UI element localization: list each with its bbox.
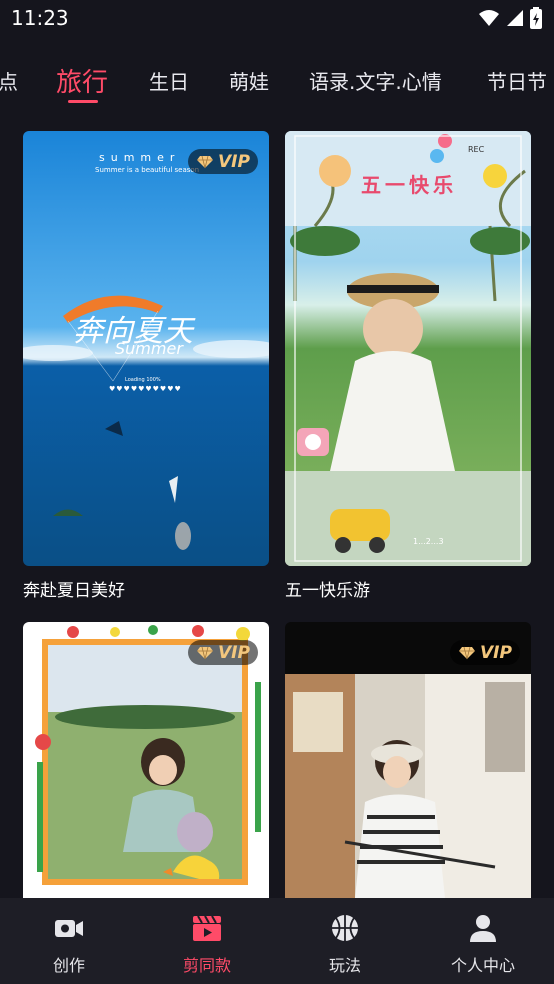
nav-profile-label: 个人中心 bbox=[450, 956, 515, 975]
summer-art-script: Summer bbox=[115, 339, 183, 358]
nav-templates-label: 剪同款 bbox=[182, 956, 231, 975]
tab-birthday[interactable]: 生日 bbox=[149, 66, 189, 95]
tab-partial-left[interactable]: 点 bbox=[0, 66, 18, 95]
status-time: 11:23 bbox=[11, 6, 69, 30]
nav-profile[interactable]: 个人中心 bbox=[414, 898, 552, 984]
template-card-bike[interactable]: VIP bbox=[285, 622, 531, 898]
diamond-icon bbox=[197, 646, 214, 659]
template-card-mayday[interactable]: 五一快乐 REC 1...2...3 bbox=[285, 131, 531, 566]
countdown-text: 1...2...3 bbox=[413, 537, 444, 546]
summer-overlay-subtitle: Summer is a beautiful season bbox=[95, 166, 200, 174]
template-card-summer[interactable]: summer Summer is a beautiful season 奔向夏天… bbox=[23, 131, 269, 566]
mayday-badge-text: 五一快乐 bbox=[361, 173, 457, 197]
video-camera-icon bbox=[55, 920, 83, 937]
status-icons bbox=[478, 7, 542, 29]
card-title-summer[interactable]: 奔赴夏日美好 bbox=[23, 576, 125, 601]
tab-cute-baby[interactable]: 萌娃 bbox=[229, 66, 269, 95]
tab-quotes[interactable]: 语录.文字.心情 bbox=[309, 66, 442, 95]
battery-icon bbox=[530, 7, 542, 29]
tab-holidays[interactable]: 节日节 bbox=[487, 66, 547, 95]
active-tab-indicator bbox=[68, 100, 98, 103]
summer-overlay-title: summer bbox=[99, 151, 181, 164]
template-card-kid[interactable]: VIP bbox=[23, 622, 269, 898]
status-bar: 11:23 bbox=[0, 0, 554, 38]
diamond-icon bbox=[197, 155, 214, 168]
clapperboard-icon bbox=[193, 915, 221, 941]
vip-label: VIP bbox=[480, 642, 512, 663]
wifi-icon bbox=[479, 10, 499, 26]
basketball-icon bbox=[332, 915, 358, 941]
summer-loading-label: Loading 100% bbox=[125, 377, 161, 383]
nav-create-label: 创作 bbox=[52, 956, 85, 975]
vip-badge: VIP bbox=[188, 149, 258, 174]
nav-play[interactable]: 玩法 bbox=[276, 898, 414, 984]
nav-templates[interactable]: 剪同款 bbox=[138, 898, 276, 984]
vip-label: VIP bbox=[218, 151, 250, 172]
person-icon bbox=[470, 915, 496, 942]
vip-badge: VIP bbox=[188, 640, 258, 665]
nav-create[interactable]: 创作 bbox=[0, 898, 138, 984]
vip-badge: VIP bbox=[450, 640, 520, 665]
bottom-nav: 创作 剪同款 玩法 个人中心 bbox=[0, 898, 554, 984]
rec-indicator: REC bbox=[468, 145, 485, 154]
vip-label: VIP bbox=[218, 642, 250, 663]
summer-loading-hearts: ♥♥♥♥♥♥♥♥♥♥ bbox=[109, 385, 182, 393]
cell-signal-icon bbox=[507, 10, 523, 26]
tab-travel[interactable]: 旅行 bbox=[56, 62, 108, 99]
category-tabs: 点 旅行 生日 萌娃 语录.文字.心情 节日节 bbox=[0, 52, 554, 112]
card-title-mayday[interactable]: 五一快乐游 bbox=[285, 576, 370, 601]
nav-play-label: 玩法 bbox=[328, 956, 361, 975]
diamond-icon bbox=[459, 646, 476, 659]
